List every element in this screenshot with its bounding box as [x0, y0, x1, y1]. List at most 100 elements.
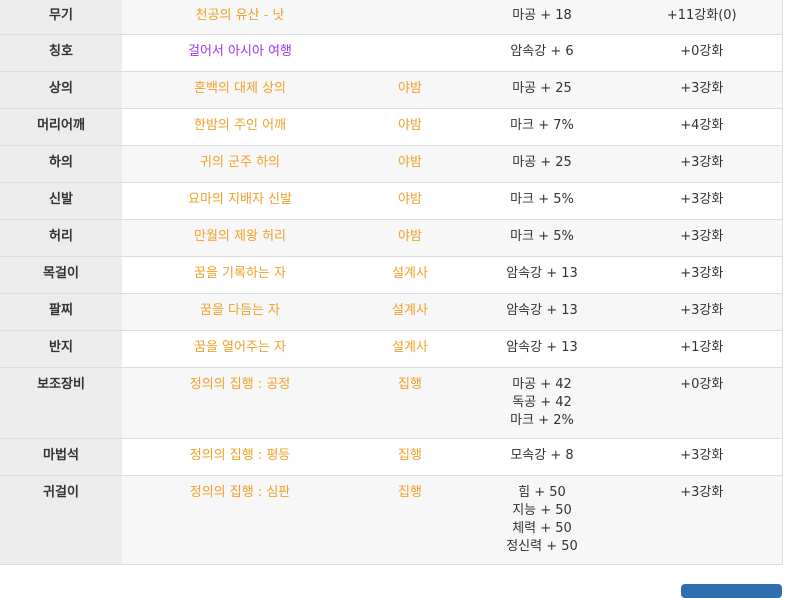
stat-line: 마공 + 25: [512, 81, 572, 96]
item-name-cell: 꿈을 다듬는 자: [122, 293, 358, 331]
equipment-row: 목걸이 꿈을 기록하는 자 설계사 암속강 + 13 +3강화: [0, 256, 782, 294]
stat-line: 마공 + 25: [512, 155, 572, 170]
stats-list: 암속강 + 13: [462, 294, 622, 328]
upgrade-cell: +11강화(0): [622, 0, 782, 35]
item-name-link[interactable]: 꿈을 기록하는 자: [194, 266, 286, 281]
stats-cell: 마공 + 25: [462, 145, 622, 183]
item-name-cell: 꿈을 열어주는 자: [122, 330, 358, 368]
stats-cell: 마공 + 25: [462, 71, 622, 109]
item-name-link[interactable]: 혼백의 대제 상의: [194, 81, 286, 96]
slot-cell: 신발: [0, 182, 122, 220]
upgrade-cell: +3강화: [622, 71, 782, 109]
slot-cell: 목걸이: [0, 256, 122, 294]
item-name-link[interactable]: 꿈을 열어주는 자: [194, 340, 286, 355]
equipment-row: 팔찌 꿈을 다듬는 자 설계사 암속강 + 13 +3강화: [0, 293, 782, 331]
set-name: 설계사: [392, 266, 428, 281]
stat-line: 암속강 + 13: [506, 303, 578, 318]
upgrade-level: +3강화: [680, 448, 724, 463]
item-name-cell: 정의의 집행 : 공정: [122, 367, 358, 439]
slot-label: 칭호: [49, 44, 73, 59]
item-name-link[interactable]: 정의의 집행 : 평등: [190, 448, 291, 463]
stats-cell: 마공 + 18: [462, 0, 622, 35]
equipment-row: 하의 귀의 군주 하의 야밤 마공 + 25 +3강화: [0, 145, 782, 183]
set-cell: 설계사: [358, 256, 462, 294]
stat-line: 마크 + 5%: [510, 192, 574, 207]
equipment-row: 귀걸이 정의의 집행 : 심판 집행 힘 + 50 지능 + 50 체력 + 50 정…: [0, 475, 782, 565]
equipment-row: 보조장비 정의의 집행 : 공정 집행 마공 + 42 독공 + 42 마크 + 2…: [0, 367, 782, 439]
item-name-link[interactable]: 정의의 집행 : 심판: [190, 485, 291, 500]
item-name-link[interactable]: 꿈을 다듬는 자: [200, 303, 280, 318]
stat-line: 암속강 + 13: [506, 340, 578, 355]
slot-label: 보조장비: [37, 377, 85, 392]
slot-label: 목걸이: [43, 266, 79, 281]
item-name-cell: 만월의 제왕 허리: [122, 219, 358, 257]
stats-list: 마크 + 5%: [462, 183, 622, 217]
upgrade-cell: +4강화: [622, 108, 782, 146]
stats-cell: 마크 + 7%: [462, 108, 622, 146]
stat-line: 암속강 + 13: [506, 266, 578, 281]
stats-list: 암속강 + 6: [462, 35, 622, 69]
item-name-cell: 정의의 집행 : 평등: [122, 438, 358, 476]
stats-list: 마공 + 42 독공 + 42 마크 + 2%: [462, 368, 622, 438]
item-name-link[interactable]: 귀의 군주 하의: [200, 155, 280, 170]
stats-list: 암속강 + 13: [462, 257, 622, 291]
set-name: 설계사: [392, 303, 428, 318]
stats-list: 마공 + 25: [462, 146, 622, 180]
upgrade-level: +11강화(0): [666, 8, 737, 23]
stat-line: 마크 + 7%: [510, 118, 574, 133]
set-name: 설계사: [392, 340, 428, 355]
upgrade-cell: +3강화: [622, 182, 782, 220]
item-name-link[interactable]: 한밤의 주인 어깨: [194, 118, 286, 133]
stats-cell: 힘 + 50 지능 + 50 체력 + 50 정신력 + 50: [462, 475, 622, 565]
set-cell: 야밤: [358, 108, 462, 146]
set-name: 야밤: [398, 155, 422, 170]
stat-line: 힘 + 50: [518, 485, 566, 500]
upgrade-cell: +1강화: [622, 330, 782, 368]
upgrade-level: +3강화: [680, 229, 724, 244]
set-cell: [358, 0, 462, 35]
stats-cell: 암속강 + 13: [462, 293, 622, 331]
stat-line: 마공 + 42: [512, 377, 572, 392]
upgrade-cell: +3강화: [622, 219, 782, 257]
stat-line: 암속강 + 6: [510, 44, 574, 59]
set-cell: 야밤: [358, 71, 462, 109]
bottom-action-button[interactable]: [681, 584, 782, 598]
item-name-cell: 요마의 지배자 신발: [122, 182, 358, 220]
slot-label: 하의: [49, 155, 73, 170]
upgrade-cell: +0강화: [622, 367, 782, 439]
item-name-cell: 정의의 집행 : 심판: [122, 475, 358, 565]
upgrade-level: +3강화: [680, 155, 724, 170]
slot-label: 허리: [49, 229, 73, 244]
item-name-link[interactable]: 요마의 지배자 신발: [188, 192, 292, 207]
item-name-link[interactable]: 정의의 집행 : 공정: [190, 377, 291, 392]
set-cell: 설계사: [358, 330, 462, 368]
item-name-cell: 한밤의 주인 어깨: [122, 108, 358, 146]
set-cell: 집행: [358, 475, 462, 565]
equipment-table-body: 무기 천공의 유산 - 낫 마공 + 18 +11강화(0) 칭호 걸어서 아시…: [0, 0, 782, 565]
set-cell: [358, 34, 462, 72]
item-name-link[interactable]: 걸어서 아시아 여행: [188, 44, 292, 59]
set-cell: 집행: [358, 438, 462, 476]
slot-cell: 칭호: [0, 34, 122, 72]
slot-cell: 마법석: [0, 438, 122, 476]
set-name: 야밤: [398, 192, 422, 207]
upgrade-cell: +3강화: [622, 293, 782, 331]
item-name-link[interactable]: 천공의 유산 - 낫: [196, 8, 285, 23]
item-name-link[interactable]: 만월의 제왕 허리: [194, 229, 286, 244]
set-cell: 설계사: [358, 293, 462, 331]
slot-label: 상의: [49, 81, 73, 96]
stats-list: 마공 + 25: [462, 72, 622, 106]
equipment-row: 머리어깨 한밤의 주인 어깨 야밤 마크 + 7% +4강화: [0, 108, 782, 146]
set-name: 집행: [398, 485, 422, 500]
item-name-cell: 혼백의 대제 상의: [122, 71, 358, 109]
slot-cell: 무기: [0, 0, 122, 35]
stat-line: 독공 + 42: [512, 395, 572, 410]
equipment-row: 신발 요마의 지배자 신발 야밤 마크 + 5% +3강화: [0, 182, 782, 220]
equipment-table: 무기 천공의 유산 - 낫 마공 + 18 +11강화(0) 칭호 걸어서 아시…: [0, 0, 783, 565]
upgrade-level: +3강화: [680, 81, 724, 96]
stats-cell: 암속강 + 13: [462, 256, 622, 294]
upgrade-level: +3강화: [680, 192, 724, 207]
stats-list: 암속강 + 13: [462, 331, 622, 365]
stats-cell: 마공 + 42 독공 + 42 마크 + 2%: [462, 367, 622, 439]
set-name: 야밤: [398, 118, 422, 133]
